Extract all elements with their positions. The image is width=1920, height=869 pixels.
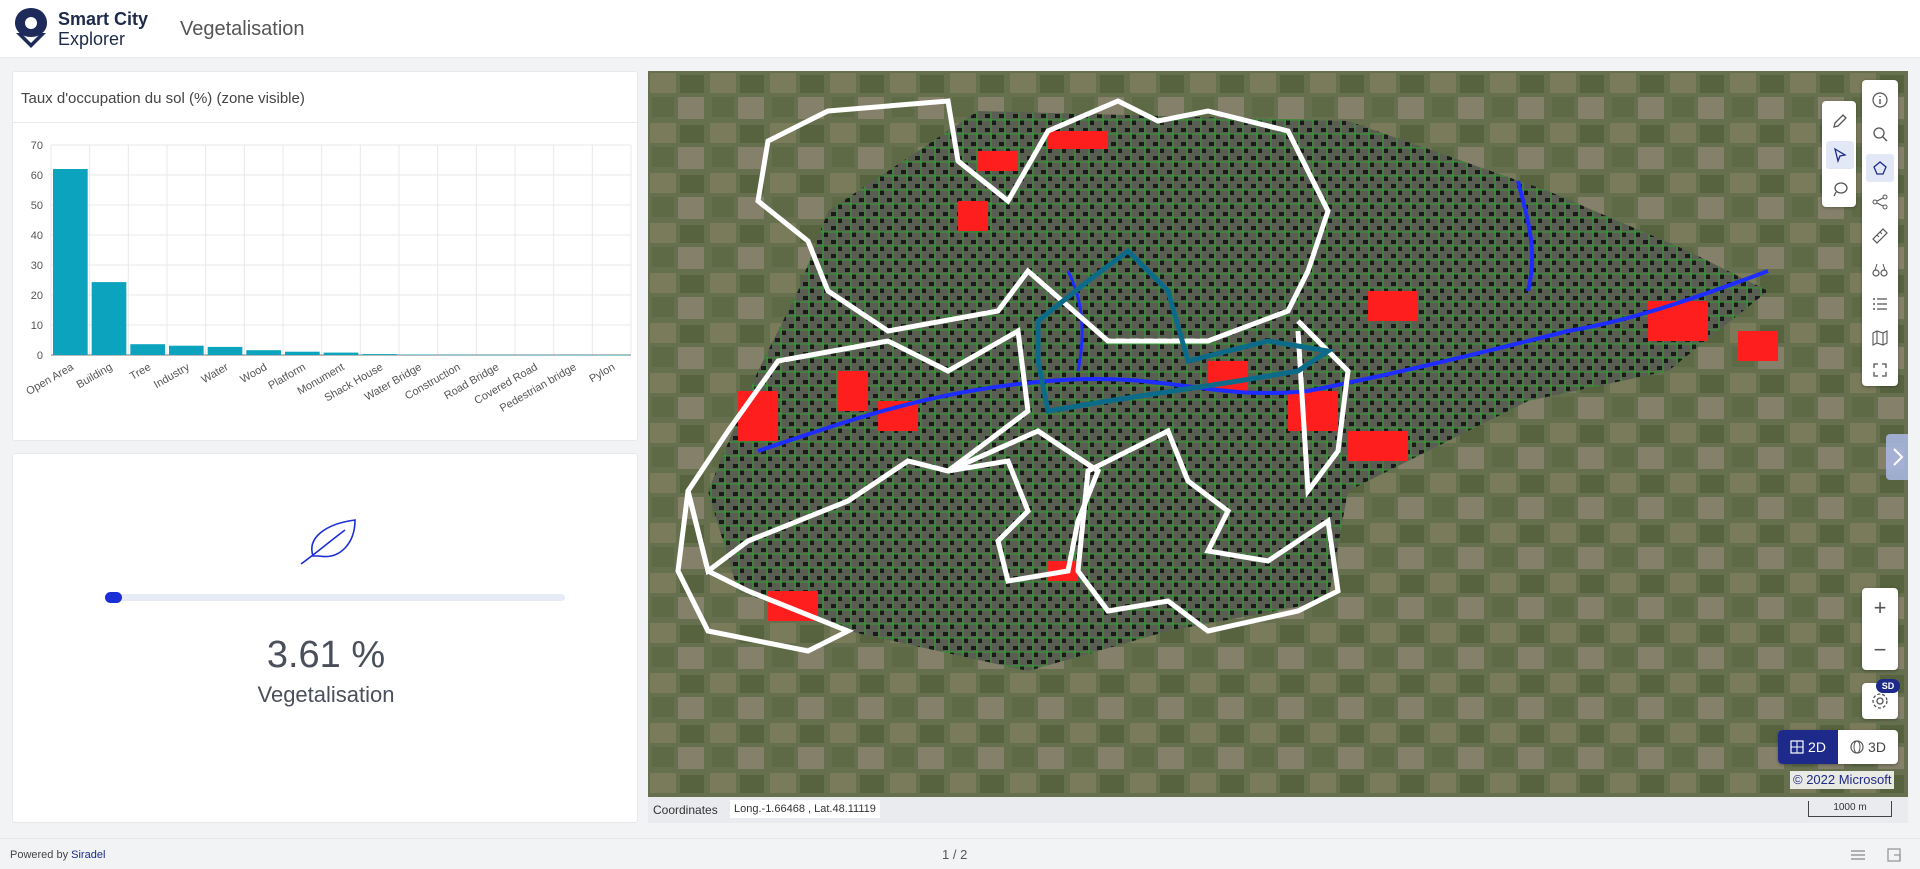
bar-covered-road bbox=[517, 354, 552, 356]
x-tick-label: Industry bbox=[152, 361, 192, 391]
bar-pedestrian-bridge bbox=[555, 354, 591, 356]
powered-by: Powered by Siradel bbox=[10, 849, 105, 861]
list-icon bbox=[1873, 298, 1887, 310]
zoom-in-button[interactable]: + bbox=[1862, 588, 1898, 628]
bar-road-bridge bbox=[478, 354, 513, 356]
info-button[interactable] bbox=[1866, 86, 1894, 114]
map-2d-icon bbox=[1790, 740, 1804, 754]
lasso-icon bbox=[1833, 182, 1848, 197]
measure-button[interactable] bbox=[1866, 222, 1894, 250]
brand-line1: Smart City bbox=[58, 9, 149, 29]
mode-3d-button[interactable]: 3D bbox=[1838, 730, 1898, 764]
layers-list-button[interactable] bbox=[1866, 290, 1894, 318]
gear-icon bbox=[1872, 693, 1888, 709]
y-tick-label: 30 bbox=[31, 260, 43, 272]
y-tick-label: 20 bbox=[31, 290, 43, 302]
powered-by-text: Powered by bbox=[10, 849, 69, 861]
y-tick-label: 60 bbox=[31, 170, 43, 182]
y-tick-label: 50 bbox=[31, 200, 43, 212]
chart-title: Taux d'occupation du sol (%) (zone visib… bbox=[21, 90, 305, 107]
map-tools-toolbar bbox=[1862, 80, 1898, 386]
chevron-right-icon bbox=[1893, 448, 1904, 466]
bar-water bbox=[207, 346, 243, 355]
area-pointer-icon bbox=[1873, 161, 1887, 175]
bar-open-area bbox=[53, 169, 88, 355]
window-expand-icon[interactable] bbox=[1884, 845, 1904, 865]
mode-3d-label: 3D bbox=[1868, 739, 1886, 755]
vegetalisation-card: 3.61 % Vegetalisation bbox=[12, 453, 638, 823]
draw-pencil-button[interactable] bbox=[1826, 107, 1854, 135]
y-tick-label: 0 bbox=[37, 350, 43, 362]
vegetalisation-progress-fill bbox=[105, 592, 122, 603]
scale-bar: 1000 m bbox=[1808, 801, 1892, 817]
menu-icon[interactable] bbox=[1848, 845, 1868, 865]
page-title: Vegetalisation bbox=[180, 18, 305, 40]
area-select-button[interactable] bbox=[1866, 154, 1894, 182]
app-footer: Powered by Siradel 1 / 2 bbox=[0, 838, 1920, 869]
mode-2d-button[interactable]: 2D bbox=[1778, 730, 1838, 764]
bar-water-bridge bbox=[401, 354, 436, 356]
pencil-icon bbox=[1833, 114, 1847, 128]
search-button[interactable] bbox=[1866, 120, 1894, 148]
sd-badge: SD bbox=[1876, 679, 1900, 693]
x-tick-label: Pylon bbox=[587, 361, 617, 385]
map-canvas[interactable] bbox=[648, 71, 1908, 823]
x-tick-label: Tree bbox=[128, 361, 153, 383]
page-indicator: 1 / 2 bbox=[942, 847, 968, 862]
search-icon bbox=[1873, 127, 1888, 142]
coordinates-bar: Coordinates Long.-1.66468 , Lat.48.11119… bbox=[648, 797, 1908, 823]
map-copyright[interactable]: © 2022 Microsoft bbox=[1790, 771, 1895, 789]
x-tick-label: Water bbox=[199, 361, 230, 386]
globe-3d-icon bbox=[1850, 740, 1864, 754]
pointer-icon bbox=[1833, 147, 1847, 164]
y-tick-label: 70 bbox=[31, 140, 43, 152]
info-icon bbox=[1872, 92, 1888, 108]
vegetalisation-value: 3.61 % bbox=[266, 634, 386, 676]
x-tick-label: Open Area bbox=[24, 361, 76, 398]
vegetalisation-label: Vegetalisation bbox=[257, 682, 395, 707]
bar-shack-house bbox=[362, 354, 397, 355]
x-tick-label: Building bbox=[75, 361, 115, 391]
ruler-icon bbox=[1872, 228, 1888, 244]
drawing-toolbar bbox=[1822, 101, 1856, 207]
smart-city-logo-icon[interactable] bbox=[12, 6, 50, 50]
select-pointer-button[interactable] bbox=[1826, 141, 1854, 169]
map-icon bbox=[1872, 330, 1888, 346]
siradel-link[interactable]: Siradel bbox=[71, 849, 105, 861]
bar-tree bbox=[130, 344, 165, 355]
share-button[interactable] bbox=[1866, 188, 1894, 216]
app-header: Smart City Explorer Vegetalisation bbox=[0, 0, 1920, 58]
map-view[interactable]: + − SD 2D 3D © 2022 Microsoft Coordinate… bbox=[648, 71, 1908, 823]
bar-construction bbox=[439, 354, 475, 356]
land-use-chart-card: Taux d'occupation du sol (%) (zone visib… bbox=[12, 71, 639, 441]
land-use-bar-chart: 0 10 20 30 40 50 60 70 Open AreaBuilding TreeIndu… bbox=[24, 140, 632, 415]
y-tick-label: 10 bbox=[31, 320, 43, 332]
brand-name: Smart City Explorer bbox=[58, 9, 148, 49]
next-panel-button[interactable] bbox=[1886, 434, 1908, 480]
brand-line2: Explorer bbox=[58, 29, 126, 49]
expand-icon bbox=[1873, 363, 1887, 377]
lasso-select-button[interactable] bbox=[1826, 175, 1854, 203]
zoom-controls: + − bbox=[1862, 588, 1898, 670]
coordinates-label: Coordinates bbox=[653, 803, 718, 817]
bar-platform bbox=[285, 351, 320, 355]
zoom-out-button[interactable]: − bbox=[1862, 630, 1898, 670]
bar-building bbox=[91, 282, 127, 355]
x-tick-label: Wood bbox=[238, 361, 269, 386]
y-tick-label: 40 bbox=[31, 230, 43, 242]
bar-monument bbox=[323, 352, 359, 355]
bar-pylon bbox=[594, 354, 629, 356]
bar-industry bbox=[169, 345, 204, 355]
binoculars-icon bbox=[1872, 263, 1888, 277]
vegetalisation-progress-bar bbox=[105, 592, 565, 603]
bar-wood bbox=[246, 350, 281, 355]
coordinates-value: Long.-1.66468 , Lat.48.11119 bbox=[730, 800, 880, 818]
view-mode-toggle: 2D 3D bbox=[1778, 730, 1898, 764]
leaf-icon bbox=[300, 519, 356, 565]
fullscreen-button[interactable] bbox=[1866, 356, 1894, 384]
basemap-button[interactable] bbox=[1866, 324, 1894, 352]
street-view-button[interactable] bbox=[1866, 256, 1894, 284]
mode-2d-label: 2D bbox=[1808, 739, 1826, 755]
share-icon bbox=[1872, 194, 1888, 210]
